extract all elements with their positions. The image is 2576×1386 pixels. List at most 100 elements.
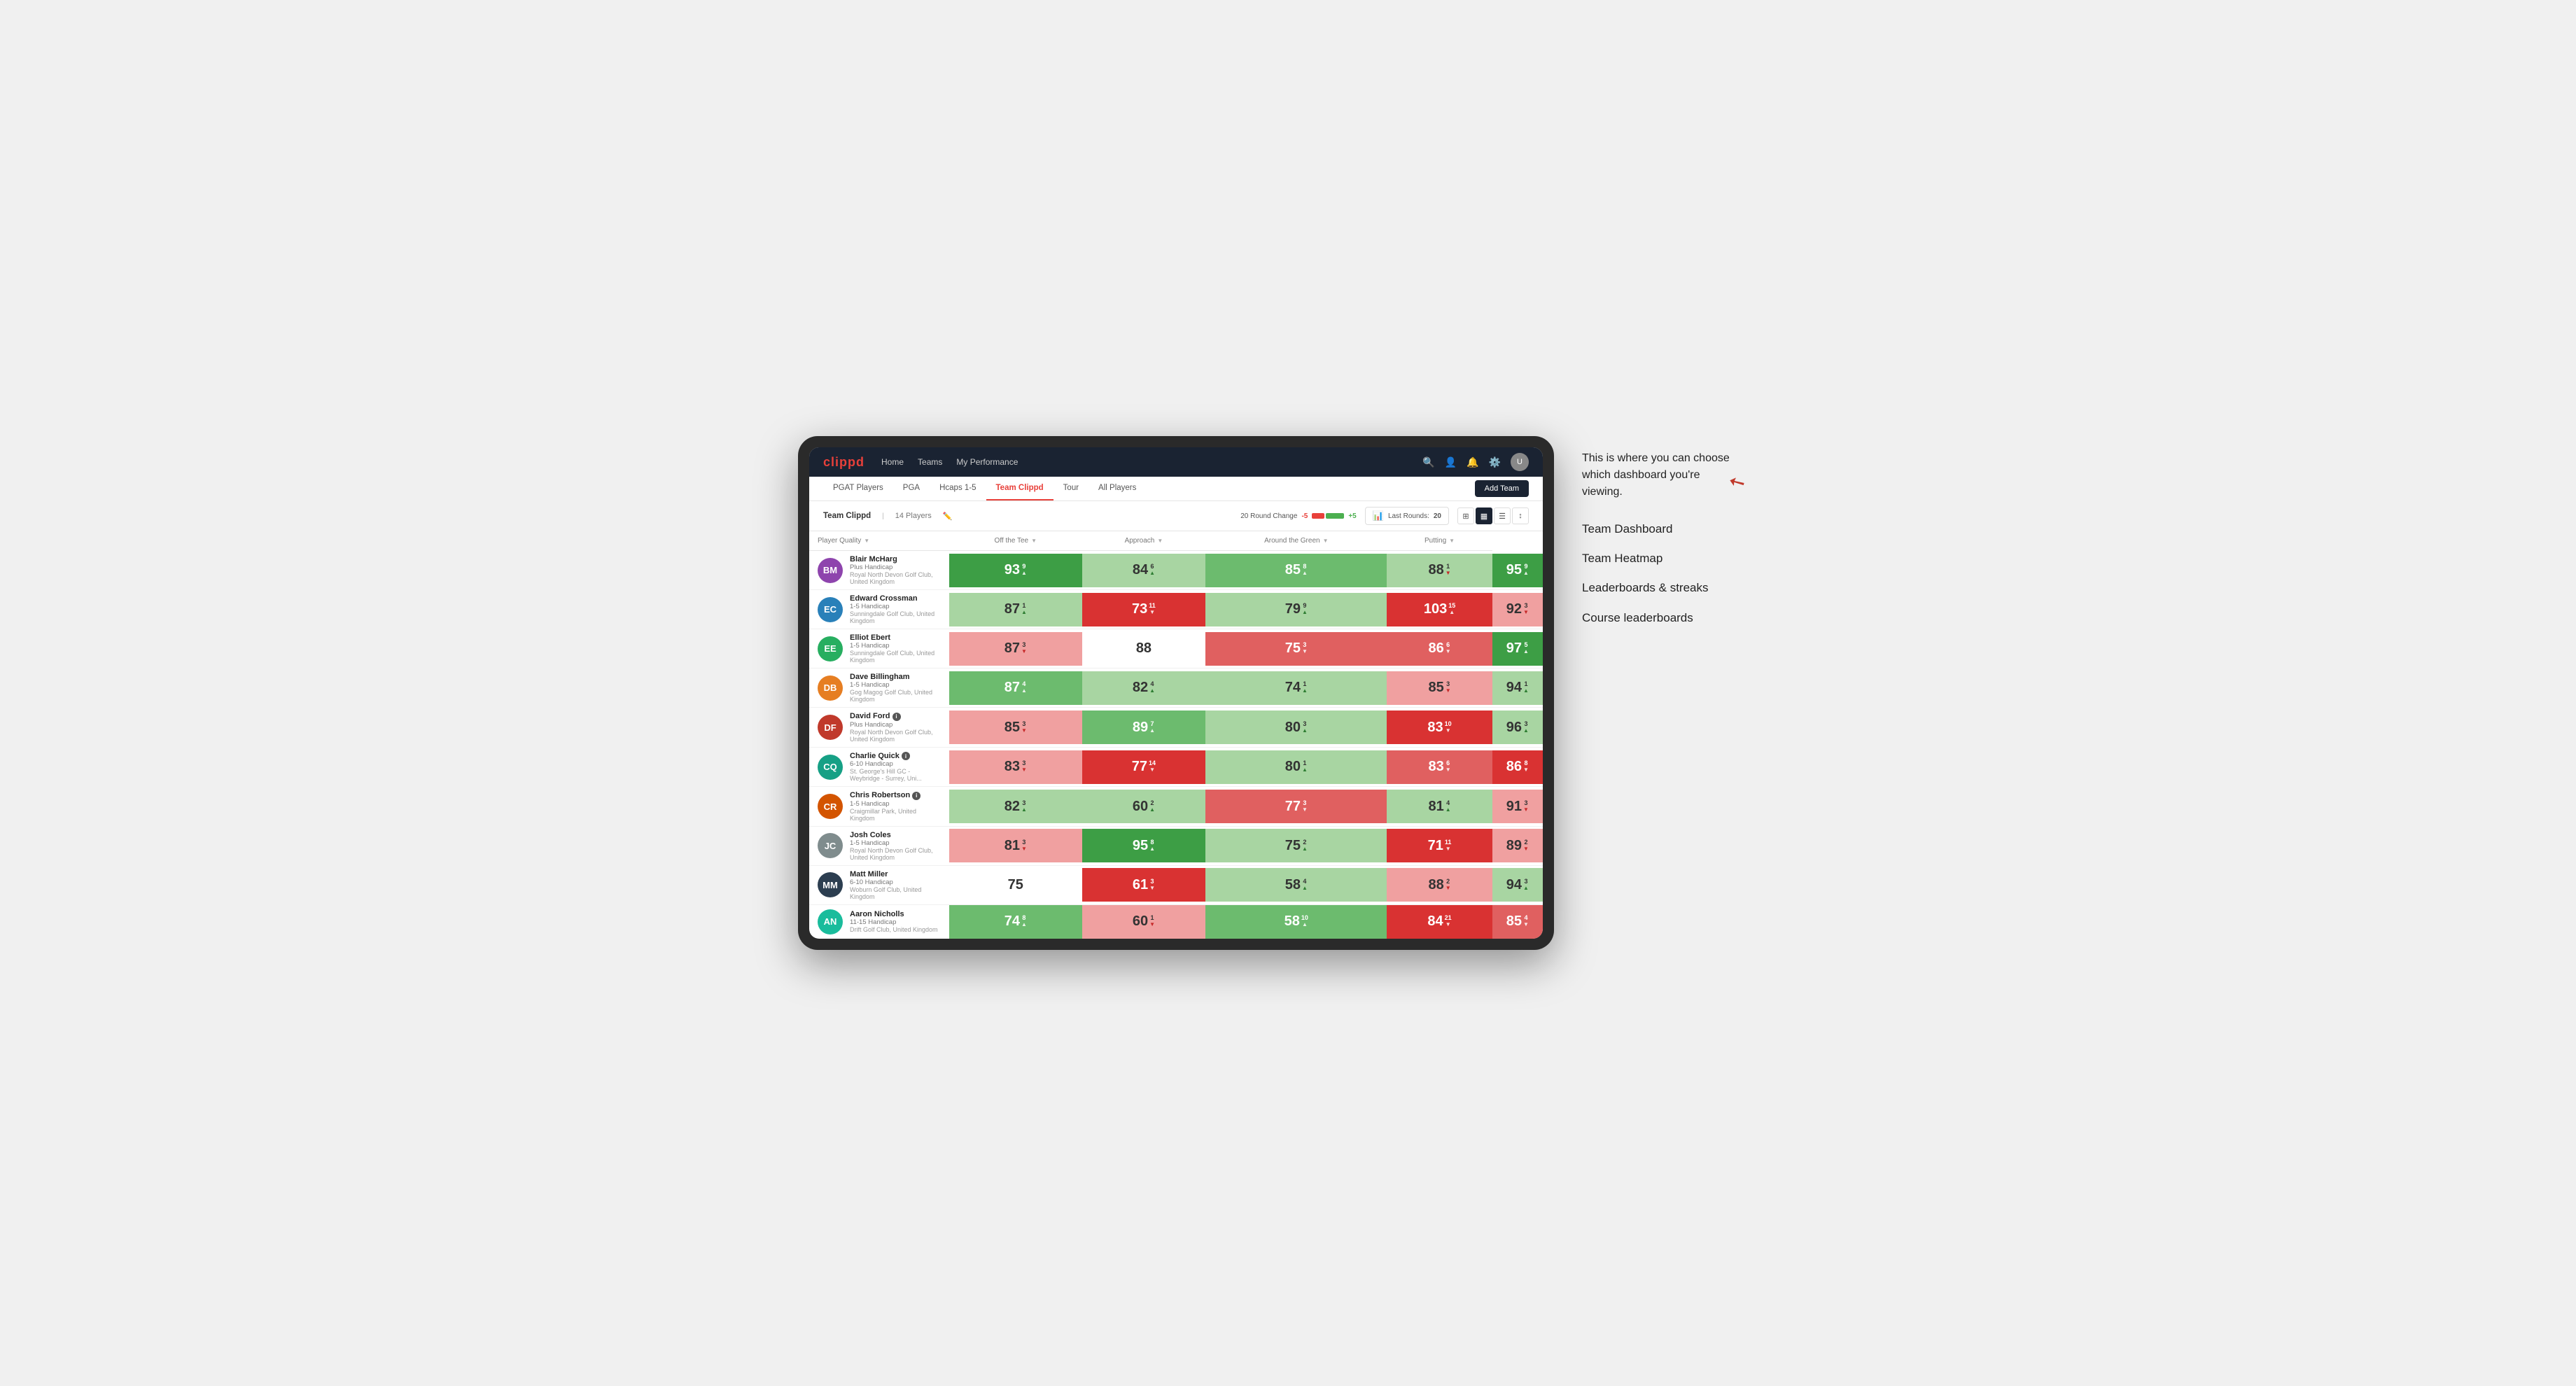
score-box: 81 4 ▲: [1387, 790, 1492, 823]
sort-icon-green[interactable]: ▼: [1323, 538, 1329, 544]
table-row[interactable]: EC Edward Crossman 1-5 Handicap Sunningd…: [809, 590, 1543, 629]
up-arrow-icon: ▲: [1449, 610, 1455, 616]
col-header-approach: Approach ▼: [1082, 531, 1206, 551]
score-box: 61 3 ▼: [1082, 868, 1206, 902]
nav-home[interactable]: Home: [881, 457, 904, 467]
table-row[interactable]: BM Blair McHarg Plus Handicap Royal Nort…: [809, 551, 1543, 590]
sort-icon-approach[interactable]: ▼: [1157, 538, 1163, 544]
search-icon[interactable]: 🔍: [1422, 456, 1434, 468]
score-value: 85: [1428, 680, 1443, 696]
score-cell: 91 3 ▼: [1492, 787, 1543, 827]
change-indicator: 4 ▲: [1021, 681, 1027, 694]
team-name: Team Clippd: [823, 512, 871, 520]
score-box: 60 1 ▼: [1082, 905, 1206, 939]
down-arrow-icon: ▼: [1523, 846, 1529, 853]
score-box: 82 3 ▲: [949, 790, 1082, 823]
player-club: Royal North Devon Golf Club, United King…: [850, 571, 941, 585]
nav-my-performance[interactable]: My Performance: [956, 457, 1018, 467]
sort-icon-player[interactable]: ▼: [864, 538, 869, 544]
score-box: 92 3 ▼: [1492, 593, 1543, 626]
table-row[interactable]: DB Dave Billingham 1-5 Handicap Gog Mago…: [809, 668, 1543, 708]
player-name: Aaron Nicholls: [850, 910, 938, 918]
view-list-button[interactable]: ☰: [1494, 507, 1511, 524]
score-value: 85: [1004, 720, 1020, 736]
player-handicap: 1-5 Handicap: [850, 839, 941, 847]
info-badge[interactable]: i: [902, 752, 910, 760]
player-name: David Ford i: [850, 712, 941, 721]
score-box: 81 3 ▼: [949, 829, 1082, 862]
avatar[interactable]: U: [1511, 453, 1529, 471]
tab-pgat-players[interactable]: PGAT Players: [823, 477, 893, 500]
score-box: 91 3 ▼: [1492, 790, 1543, 823]
up-arrow-icon: ▲: [1149, 846, 1155, 853]
settings-icon[interactable]: ⚙️: [1489, 456, 1501, 468]
score-cell: 75: [949, 865, 1082, 904]
score-box: 85 8 ▲: [1205, 554, 1387, 587]
up-arrow-icon: ▲: [1302, 610, 1308, 616]
score-box: 80 1 ▲: [1205, 750, 1387, 784]
score-cell: 88 2 ▼: [1387, 865, 1492, 904]
table-row[interactable]: EE Elliot Ebert 1-5 Handicap Sunningdale…: [809, 629, 1543, 668]
score-value: 77: [1132, 759, 1147, 775]
nav-teams[interactable]: Teams: [918, 457, 942, 467]
score-value: 77: [1285, 799, 1301, 815]
score-cell: 83 3 ▼: [949, 747, 1082, 787]
dashboard-item-1: Team Dashboard: [1582, 522, 1778, 537]
bell-icon[interactable]: 🔔: [1466, 456, 1478, 468]
app-logo: clippd: [823, 455, 864, 470]
score-cell: 74 8 ▲: [949, 904, 1082, 939]
score-box: 94 1 ▲: [1492, 671, 1543, 705]
score-box: 87 1 ▲: [949, 593, 1082, 626]
score-value: 82: [1133, 680, 1148, 696]
up-arrow-icon: ▲: [1021, 807, 1027, 813]
edit-icon[interactable]: ✏️: [943, 512, 953, 521]
player-club: Sunningdale Golf Club, United Kingdom: [850, 650, 941, 664]
team-header: Team Clippd | 14 Players ✏️ 20 Round Cha…: [809, 501, 1543, 531]
change-indicator: 8 ▲: [1302, 564, 1308, 577]
down-arrow-icon: ▼: [1446, 886, 1451, 892]
add-team-button[interactable]: Add Team: [1475, 480, 1529, 497]
tab-all-players[interactable]: All Players: [1088, 477, 1146, 500]
up-arrow-icon: ▲: [1021, 610, 1027, 616]
up-arrow-icon: ▲: [1523, 688, 1529, 694]
info-badge[interactable]: i: [892, 713, 901, 721]
table-row[interactable]: AN Aaron Nicholls 11-15 Handicap Drift G…: [809, 904, 1543, 939]
table-row[interactable]: JC Josh Coles 1-5 Handicap Royal North D…: [809, 826, 1543, 865]
player-club: Craigmillar Park, United Kingdom: [850, 808, 941, 822]
score-value: 94: [1506, 680, 1522, 696]
player-info: Elliot Ebert 1-5 Handicap Sunningdale Go…: [850, 634, 941, 664]
score-box: 74 8 ▲: [949, 905, 1082, 939]
score-value: 79: [1285, 601, 1301, 617]
last-rounds-button[interactable]: 📊 Last Rounds: 20: [1365, 507, 1449, 525]
info-badge[interactable]: i: [912, 792, 920, 800]
player-avatar: BM: [818, 558, 843, 583]
round-change: 20 Round Change -5 +5: [1240, 512, 1357, 520]
score-cell: 80 1 ▲: [1205, 747, 1387, 787]
down-arrow-icon: ▼: [1446, 922, 1451, 928]
view-expand-button[interactable]: ↕: [1512, 507, 1529, 524]
score-cell: 58 10 ▲: [1205, 904, 1387, 939]
up-arrow-icon: ▲: [1302, 570, 1308, 577]
table-row[interactable]: CQ Charlie Quick i 6-10 Handicap St. Geo…: [809, 747, 1543, 787]
score-cell: 82 3 ▲: [949, 787, 1082, 827]
view-grid-button[interactable]: ⊞: [1457, 507, 1474, 524]
down-arrow-icon: ▼: [1149, 886, 1155, 892]
table-row[interactable]: CR Chris Robertson i 1-5 Handicap Craigm…: [809, 787, 1543, 827]
score-cell: 77 14 ▼: [1082, 747, 1206, 787]
tab-hcaps[interactable]: Hcaps 1-5: [930, 477, 986, 500]
tablet-screen: clippd Home Teams My Performance 🔍 👤 🔔 ⚙…: [809, 447, 1543, 939]
score-box: 84 6 ▲: [1082, 554, 1206, 587]
right-panel: This is where you can choose which dashb…: [1582, 436, 1778, 625]
tab-team-clippd[interactable]: Team Clippd: [986, 477, 1054, 500]
sort-icon-tee[interactable]: ▼: [1031, 538, 1037, 544]
user-icon[interactable]: 👤: [1445, 456, 1457, 468]
sort-icon-putting[interactable]: ▼: [1449, 538, 1455, 544]
view-table-button[interactable]: ▦: [1476, 507, 1492, 524]
player-cell: DF David Ford i Plus Handicap Royal Nort…: [809, 708, 949, 747]
tab-pga[interactable]: PGA: [893, 477, 930, 500]
table-row[interactable]: MM Matt Miller 6-10 Handicap Woburn Golf…: [809, 865, 1543, 904]
table-row[interactable]: DF David Ford i Plus Handicap Royal Nort…: [809, 708, 1543, 748]
change-indicator: 3 ▼: [1302, 642, 1308, 655]
down-arrow-icon: ▼: [1523, 922, 1529, 928]
tab-tour[interactable]: Tour: [1054, 477, 1088, 500]
